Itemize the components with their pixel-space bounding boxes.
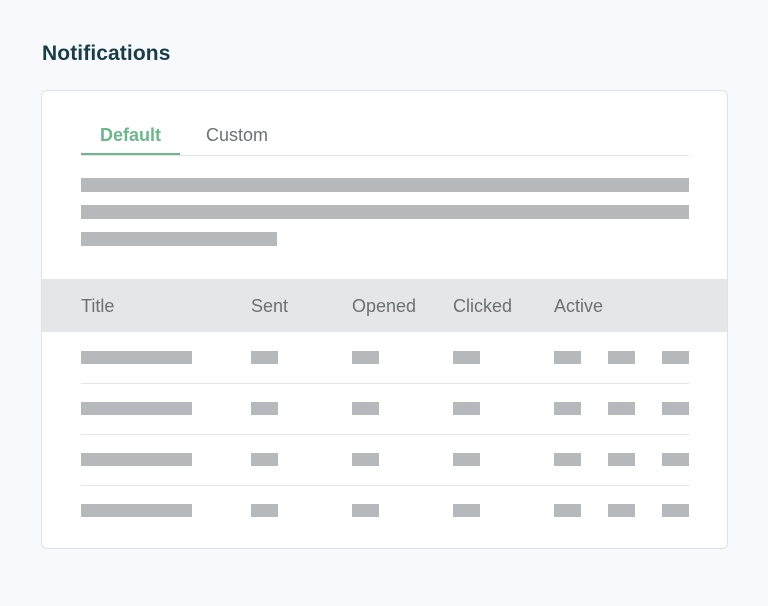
active-placeholder xyxy=(554,402,581,415)
opened-placeholder xyxy=(352,453,379,466)
sent-placeholder xyxy=(251,351,278,364)
active-placeholder xyxy=(554,351,581,364)
active-placeholder xyxy=(662,504,689,517)
column-header-opened[interactable]: Opened xyxy=(352,279,416,334)
sent-placeholder xyxy=(251,504,278,517)
active-placeholder xyxy=(608,351,635,364)
description-placeholder-line xyxy=(81,178,689,192)
title-placeholder xyxy=(81,402,192,415)
table-header: Title Sent Opened Clicked Active xyxy=(42,279,727,332)
active-placeholder xyxy=(554,453,581,466)
clicked-placeholder xyxy=(453,453,480,466)
active-placeholder xyxy=(662,402,689,415)
table-row[interactable] xyxy=(81,383,689,435)
column-header-active[interactable]: Active xyxy=(554,279,603,334)
clicked-placeholder xyxy=(453,504,480,517)
column-header-clicked[interactable]: Clicked xyxy=(453,279,512,334)
tab-bar: Default Custom xyxy=(81,119,689,156)
active-placeholder xyxy=(608,402,635,415)
notifications-card: Default Custom Title Sent Opened Clicked… xyxy=(41,90,728,549)
clicked-placeholder xyxy=(453,351,480,364)
title-placeholder xyxy=(81,504,192,517)
description-placeholder-line xyxy=(81,232,277,246)
table-row[interactable] xyxy=(81,434,689,486)
sent-placeholder xyxy=(251,453,278,466)
active-placeholder xyxy=(608,504,635,517)
opened-placeholder xyxy=(352,402,379,415)
column-header-title[interactable]: Title xyxy=(81,279,114,334)
active-placeholder xyxy=(662,453,689,466)
opened-placeholder xyxy=(352,504,379,517)
table-row[interactable] xyxy=(81,332,689,384)
active-placeholder xyxy=(608,453,635,466)
title-placeholder xyxy=(81,351,192,364)
sent-placeholder xyxy=(251,402,278,415)
opened-placeholder xyxy=(352,351,379,364)
clicked-placeholder xyxy=(453,402,480,415)
column-header-sent[interactable]: Sent xyxy=(251,279,288,334)
active-placeholder xyxy=(554,504,581,517)
tab-custom[interactable]: Custom xyxy=(180,119,294,155)
description-placeholder-line xyxy=(81,205,689,219)
table-row[interactable] xyxy=(81,485,689,536)
title-placeholder xyxy=(81,453,192,466)
tab-default[interactable]: Default xyxy=(81,119,180,155)
page-title: Notifications xyxy=(42,42,171,65)
active-placeholder xyxy=(662,351,689,364)
